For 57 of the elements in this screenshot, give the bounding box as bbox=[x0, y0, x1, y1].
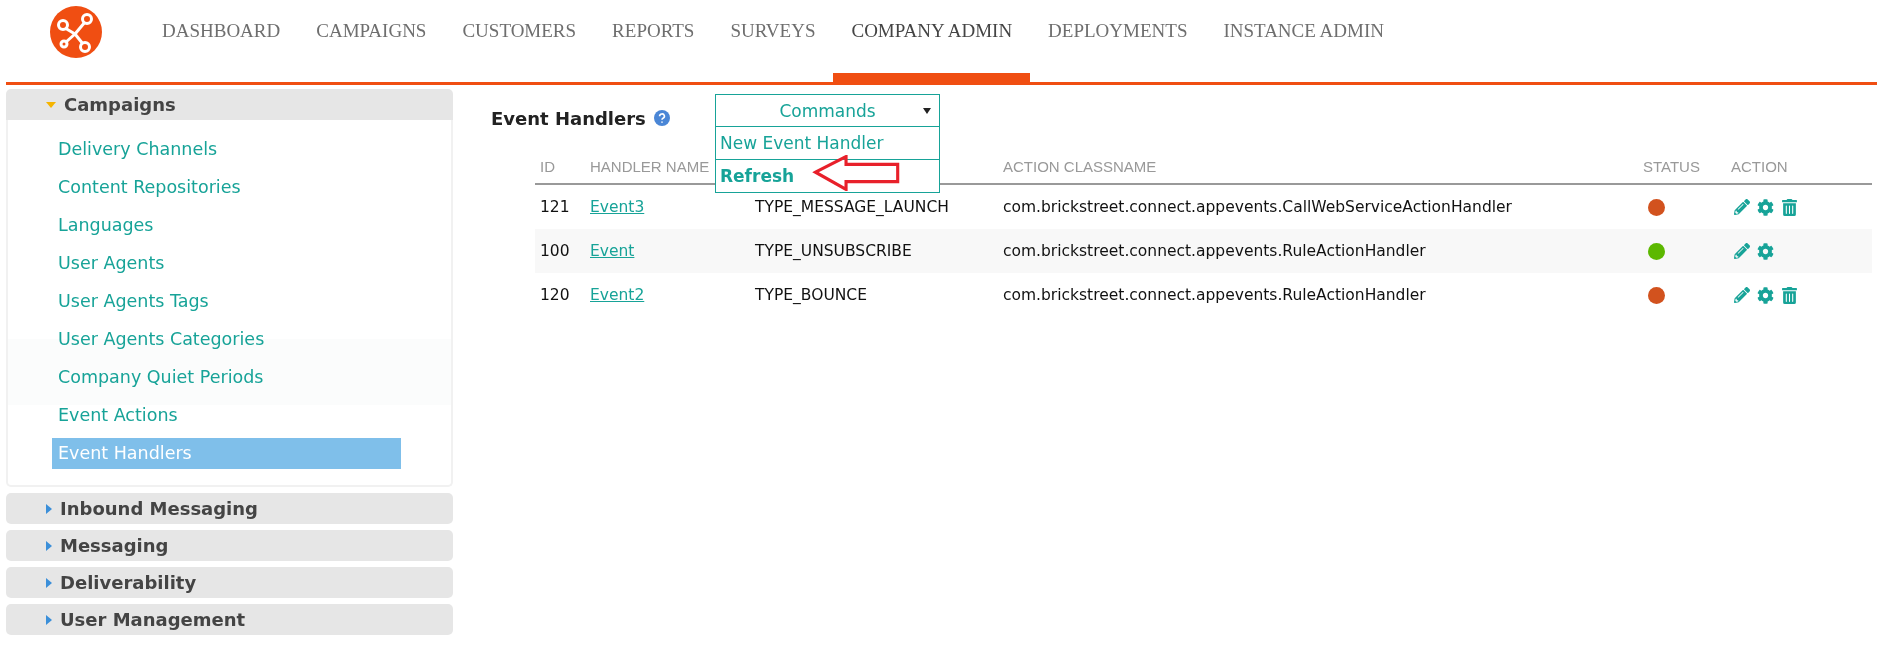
nav-tab[interactable]: CAMPAIGNS bbox=[298, 0, 445, 82]
help-icon[interactable] bbox=[653, 110, 670, 126]
handler-link[interactable]: Event bbox=[590, 242, 635, 260]
sidebar-item[interactable]: Event Actions bbox=[52, 400, 401, 431]
table-cell-text: 120 bbox=[539, 286, 571, 304]
table-cell-text: com.brickstreet.connect.appevents.RuleActionHandler bbox=[1002, 286, 1427, 304]
column-header: ID bbox=[539, 157, 556, 175]
menu-item[interactable]: New Event Handler bbox=[716, 127, 939, 159]
table-cell-text: TYPE_MESSAGE_LAUNCH bbox=[754, 198, 950, 216]
nav-tab[interactable]: DEPLOYMENTS bbox=[1030, 0, 1206, 82]
sidebar-item[interactable]: Languages bbox=[52, 210, 401, 241]
table-cell-text: TYPE_BOUNCE bbox=[754, 286, 868, 304]
column-header: ACTION CLASSNAME bbox=[1002, 157, 1158, 175]
nav-tab[interactable]: COMPANY ADMIN bbox=[833, 0, 1031, 82]
sidebar-section-header[interactable]: Campaigns bbox=[6, 89, 453, 120]
nav-tab[interactable]: SURVEYS bbox=[712, 0, 834, 82]
caret-right-icon bbox=[46, 614, 52, 625]
sidebar-item[interactable]: Content Repositories bbox=[52, 172, 401, 203]
table-cell-text: TYPE_UNSUBSCRIBE bbox=[754, 242, 913, 260]
sidebar-item[interactable]: Delivery Channels bbox=[52, 134, 401, 165]
column-header: ACTION bbox=[1730, 157, 1789, 175]
handler-link[interactable]: Event3 bbox=[590, 198, 645, 216]
table-cell-text: 121 bbox=[539, 198, 571, 216]
caret-right-icon bbox=[46, 577, 52, 588]
sidebar-section-header[interactable]: User Management bbox=[6, 604, 453, 635]
caret-right-icon bbox=[46, 503, 52, 514]
table-cell-text: 100 bbox=[539, 242, 571, 260]
edit-icon[interactable] bbox=[1734, 199, 1750, 215]
nav-tab[interactable]: CUSTOMERS bbox=[444, 0, 595, 82]
delete-icon[interactable] bbox=[1781, 286, 1798, 304]
edit-icon[interactable] bbox=[1734, 243, 1750, 259]
nav-tab[interactable]: INSTANCE ADMIN bbox=[1205, 0, 1402, 82]
table-cell-text: com.brickstreet.connect.appevents.RuleActionHandler bbox=[1002, 242, 1427, 260]
sidebar-item[interactable]: User Agents bbox=[52, 248, 401, 279]
sidebar-item[interactable]: Event Handlers bbox=[52, 438, 401, 469]
sidebar-section-header[interactable]: Inbound Messaging bbox=[6, 493, 453, 524]
settings-icon[interactable] bbox=[1757, 198, 1774, 216]
nav-tab[interactable]: REPORTS bbox=[594, 0, 713, 82]
logo-icon[interactable] bbox=[50, 6, 102, 58]
handler-link[interactable]: Event2 bbox=[590, 286, 645, 304]
column-header: STATUS bbox=[1642, 157, 1701, 175]
caret-right-icon bbox=[46, 540, 52, 551]
sidebar-item[interactable]: User Agents Tags bbox=[52, 286, 401, 317]
table-cell-text: com.brickstreet.connect.appevents.CallWebServiceActionHandler bbox=[1002, 198, 1513, 216]
settings-icon[interactable] bbox=[1757, 242, 1774, 260]
caret-down-icon bbox=[46, 101, 56, 108]
settings-icon[interactable] bbox=[1757, 286, 1774, 304]
sidebar-item[interactable]: User Agents Categories bbox=[52, 324, 401, 355]
edit-icon[interactable] bbox=[1734, 287, 1750, 303]
caret-down-icon bbox=[923, 108, 931, 114]
nav-tab[interactable]: DASHBOARD bbox=[144, 0, 299, 82]
sidebar-section-header[interactable]: Messaging bbox=[6, 530, 453, 561]
page-title: Event Handlers bbox=[491, 107, 646, 129]
menu-item[interactable]: Refresh bbox=[716, 159, 939, 192]
sidebar-section-header[interactable]: Deliverability bbox=[6, 567, 453, 598]
sidebar-item[interactable]: Company Quiet Periods bbox=[52, 362, 401, 393]
delete-icon[interactable] bbox=[1781, 198, 1798, 216]
